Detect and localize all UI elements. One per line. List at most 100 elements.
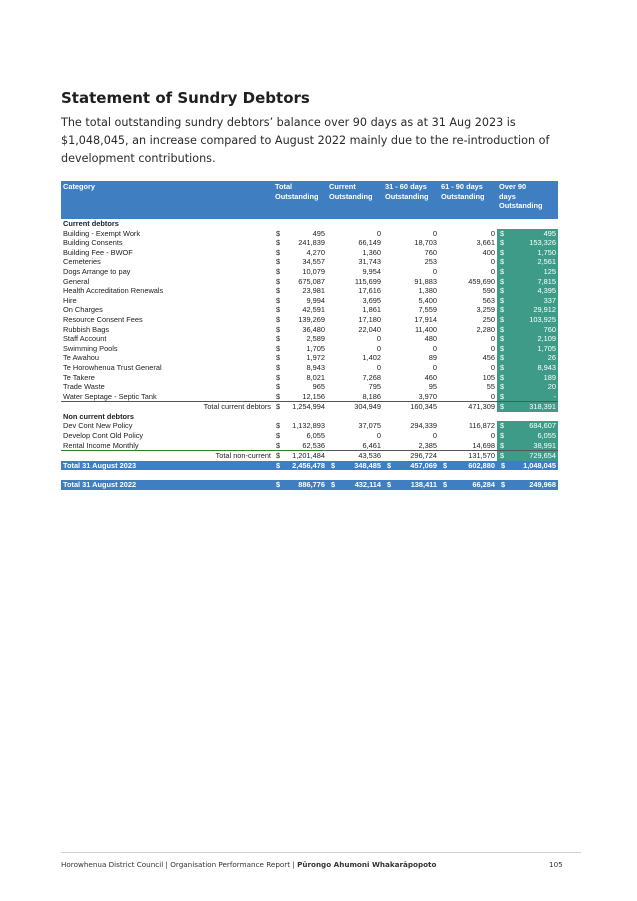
header-category: Category [61,181,273,219]
d31_60-cell: 460 [424,372,437,382]
total-cell: 1,254,994 [282,401,327,412]
category-cell: Trade Waste [63,382,105,392]
over90-cell: 684,607 [507,421,558,432]
currency-cell: $ [276,362,281,372]
currency-cell: $ [276,314,281,324]
total-2022-row: Total 31 August 2022 $886,776 $432,114 $138… [61,480,558,491]
currency-symbol: $ [331,480,336,490]
currency-cell: $ [276,266,281,276]
footer-rule [61,852,581,853]
amount: 602,880 [468,460,495,470]
d31_60-cell: 2,385 [418,440,438,450]
currency-cell: $ [276,276,281,286]
currency-cell: $ [276,372,281,382]
table-row: On Charges $42,591 1,861 7,559 3,259 $29,912 [61,305,558,315]
currency-cell: $ [497,266,507,277]
intro-paragraph: The total outstanding sundry debtors’ ba… [61,116,550,165]
category-cell: Dogs Arrange to pay [63,266,131,276]
over90-cell: 760 [507,324,558,335]
over90-cell: 20 [507,382,558,392]
category-cell: Resource Consent Fees [63,314,143,324]
table-row: Swimming Pools $1,705 0 0 0 $1,705 [61,343,558,354]
currency-cell: $ [273,450,282,461]
subtotal-label: Total non-current [61,450,273,461]
current-cell: 7,268 [362,372,382,382]
amount: 432,114 [354,480,381,490]
d31_60-cell: 11,400 [414,324,437,334]
currency-cell: $ [497,257,507,267]
current-cell: $348,485 [327,460,383,471]
d61_90-cell: 105 [482,372,495,382]
total-cell: 10,079 [302,266,325,276]
currency-cell: $ [497,324,507,335]
d31_60-cell: $457,069 [383,460,439,471]
table-row: Te Takere $8,021 7,268 460 105 $189 [61,372,558,383]
currency-cell: $ [273,460,282,471]
currency-symbol: $ [331,460,336,470]
header-over-90: Over 90 days Outstanding [497,181,558,219]
page-number: 105 [549,860,563,869]
over90-cell: 103,925 [507,314,558,325]
sundry-debtors-table: Category Total Outstanding Current Outst… [61,181,558,491]
subtotal-row: Total current debtors $1,254,994 304,949 16… [61,401,558,412]
amount: 457,069 [410,460,437,470]
category-cell: Te Awahou [63,353,100,363]
currency-cell: $ [497,228,507,239]
current-cell: 0 [376,343,381,353]
d31_60-cell: 0 [432,228,437,238]
over90-cell: 729,654 [507,450,558,461]
d31_60-cell: 89 [428,353,437,363]
d61_90-cell: 2,280 [476,324,496,334]
current-cell: 115,699 [354,276,381,286]
d61_90-cell: 0 [490,391,495,401]
currency-cell: $ [497,353,507,363]
currency-cell: $ [276,391,281,401]
total-cell: 886,776 [282,480,327,491]
amount: 66,284 [472,480,495,490]
d61_90-cell: 55 [486,382,495,392]
amount: 138,411 [410,480,437,490]
total-cell: 4,270 [306,247,326,257]
d31_60-cell: 253 [424,257,437,267]
spacer-row [61,470,558,481]
table-row: Trade Waste $965 795 95 55 $20 [61,382,558,392]
currency-cell: $ [276,305,281,315]
table-row: Rental Income Monthly $62,536 6,461 2,385 14… [61,440,558,452]
table-row: Water Septage - Septic Tank $12,156 8,186 3… [61,391,558,402]
category-cell: Staff Account [63,334,107,344]
d31_60-cell: 296,724 [383,450,439,461]
current-cell: 22,040 [358,324,381,334]
current-cell: 17,616 [358,286,381,296]
d31_60-cell: 760 [424,247,437,257]
over90-cell: 318,391 [507,401,558,412]
table-row: Te Awahou $1,972 1,402 89 456 $26 [61,353,558,363]
d61_90-cell: 116,872 [468,421,495,431]
d61_90-cell: 131,570 [439,450,497,461]
current-cell: 1,861 [362,305,382,315]
d31_60-cell: 480 [424,334,437,344]
over90-cell: 7,815 [507,276,558,287]
table-row: Building Fee - BWOF $4,270 1,360 760 400 $1,7… [61,247,558,258]
d61_90-cell: 590 [482,286,495,296]
currency-cell: $ [276,334,281,344]
total-cell: 139,269 [298,314,325,324]
table-row: Dev Cont New Policy $1,132,893 37,075 294,3… [61,421,558,432]
subtotal-label: Total current debtors [61,401,273,412]
d31_60-cell: 91,883 [414,276,437,286]
d31_60-cell: 95 [428,382,437,392]
footer-text: Horowhenua District Council | Organisati… [61,860,437,869]
over90-cell: - [507,391,558,402]
current-cell: 37,075 [358,421,381,431]
total-cell: 23,981 [302,286,325,296]
d61_90-cell: 459,690 [468,276,495,286]
d61_90-cell: 0 [490,431,495,441]
total-cell: 495 [312,228,325,238]
currency-cell: $ [276,353,281,363]
current-cell: 9,954 [362,266,382,276]
total-2023-row: Total 31 August 2023 $2,456,478 $348,485 $4… [61,460,558,471]
category-cell: Develop Cont Old Policy [63,431,144,441]
category-cell: Building Fee - BWOF [63,247,133,257]
table-row: Dogs Arrange to pay $10,079 9,954 0 0 $125 [61,266,558,277]
current-cell: 1,402 [362,353,382,363]
currency-cell: $ [497,286,507,296]
